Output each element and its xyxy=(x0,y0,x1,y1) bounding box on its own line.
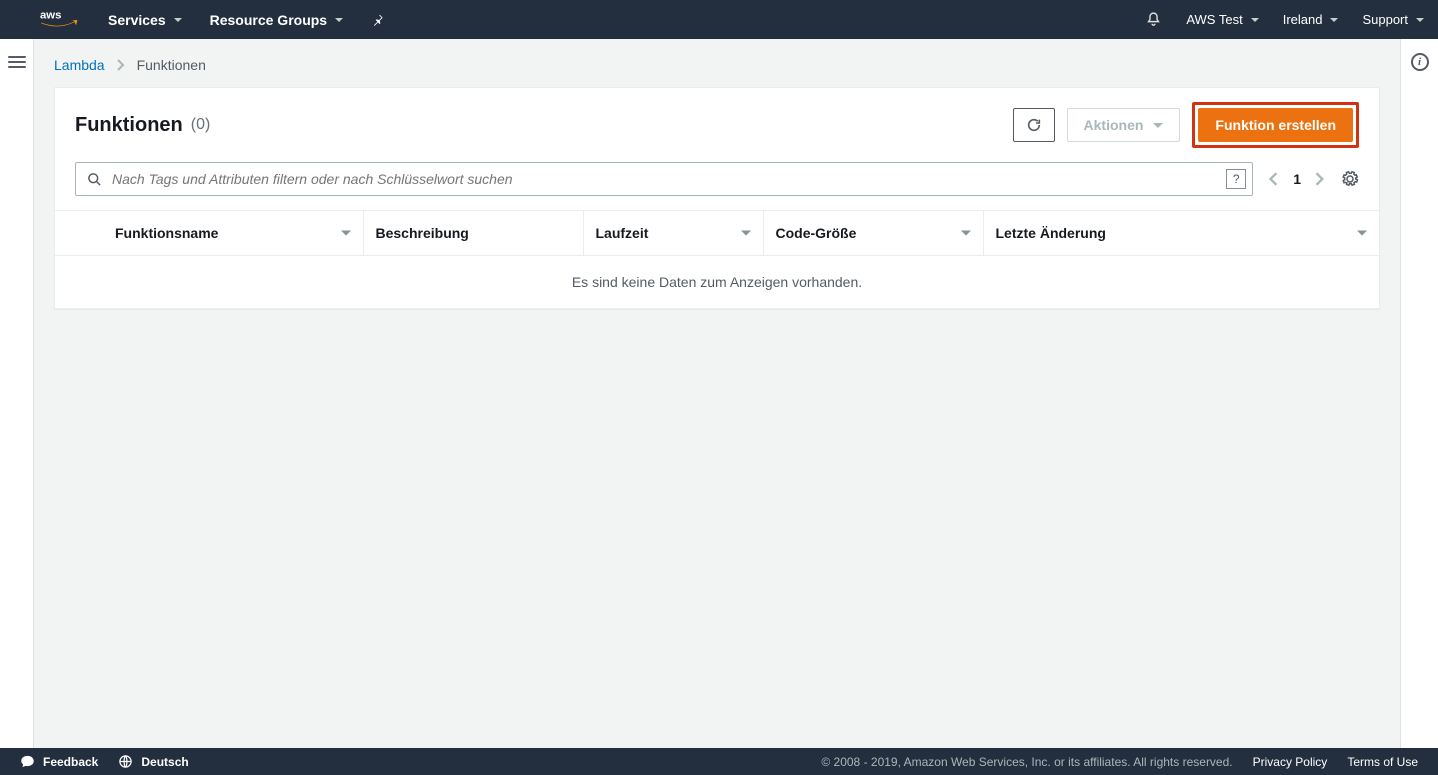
resource-groups-label: Resource Groups xyxy=(210,12,327,28)
gear-icon xyxy=(1341,170,1359,188)
functions-panel: Funktionen (0) Aktionen Funktion erstell… xyxy=(54,87,1380,309)
refresh-button[interactable] xyxy=(1013,108,1055,142)
chevron-down-icon xyxy=(174,18,182,22)
left-rail xyxy=(0,39,34,748)
empty-state-text: Es sind keine Daten zum Anzeigen vorhand… xyxy=(55,256,1379,309)
global-top-nav: aws Services Resource Groups AWS Test Ir… xyxy=(0,0,1438,39)
chevron-left-icon xyxy=(1269,172,1279,186)
notifications-button[interactable] xyxy=(1145,11,1162,28)
globe-icon xyxy=(118,754,133,769)
create-function-highlight: Funktion erstellen xyxy=(1192,102,1359,148)
sort-icon xyxy=(341,231,351,236)
search-icon xyxy=(76,172,112,187)
refresh-icon xyxy=(1026,117,1042,133)
services-menu[interactable]: Services xyxy=(108,12,182,28)
table-settings-button[interactable] xyxy=(1341,170,1359,188)
column-function-name[interactable]: Funktionsname xyxy=(103,211,363,256)
language-label: Deutsch xyxy=(141,755,188,769)
sort-icon xyxy=(741,231,751,236)
chevron-down-icon xyxy=(335,18,343,22)
chevron-down-icon xyxy=(1251,18,1259,22)
support-label: Support xyxy=(1362,12,1408,27)
item-count: (0) xyxy=(191,116,211,134)
global-footer: Feedback Deutsch © 2008 - 2019, Amazon W… xyxy=(0,748,1438,775)
breadcrumb-root[interactable]: Lambda xyxy=(54,57,105,73)
main-content: Lambda Funktionen Funktionen (0) Aktione… xyxy=(34,39,1400,748)
column-last-modified[interactable]: Letzte Änderung xyxy=(983,211,1379,256)
column-runtime[interactable]: Laufzeit xyxy=(583,211,763,256)
right-rail: i xyxy=(1400,39,1438,748)
column-description[interactable]: Beschreibung xyxy=(363,211,583,256)
side-nav-toggle[interactable] xyxy=(8,53,26,748)
breadcrumb-current: Funktionen xyxy=(137,57,206,73)
panel-toolbar: ? 1 xyxy=(55,162,1379,211)
select-all-column[interactable] xyxy=(55,211,103,256)
sort-icon xyxy=(1357,231,1367,236)
sort-icon xyxy=(961,231,971,236)
account-menu[interactable]: AWS Test xyxy=(1186,12,1258,27)
bell-icon xyxy=(1145,11,1162,28)
search-input[interactable] xyxy=(112,163,1226,195)
svg-text:aws: aws xyxy=(40,9,61,21)
current-page: 1 xyxy=(1293,171,1301,187)
pin-shortcut[interactable] xyxy=(371,13,385,27)
support-menu[interactable]: Support xyxy=(1362,12,1424,27)
search-help-button[interactable]: ? xyxy=(1226,169,1246,189)
actions-label: Aktionen xyxy=(1084,117,1144,133)
region-menu[interactable]: Ireland xyxy=(1283,12,1339,27)
feedback-label: Feedback xyxy=(43,755,98,769)
chevron-down-icon xyxy=(1330,18,1338,22)
aws-logo[interactable]: aws xyxy=(40,8,80,32)
chevron-right-icon xyxy=(117,59,125,71)
panel-header: Funktionen (0) Aktionen Funktion erstell… xyxy=(55,88,1379,162)
resource-groups-menu[interactable]: Resource Groups xyxy=(210,12,343,28)
speech-bubble-icon xyxy=(20,754,35,769)
actions-dropdown[interactable]: Aktionen xyxy=(1067,108,1181,142)
terms-of-use-link[interactable]: Terms of Use xyxy=(1347,755,1418,769)
region-label: Ireland xyxy=(1283,12,1323,27)
page-title: Funktionen xyxy=(75,114,183,137)
functions-table: Funktionsname Beschreibung Laufzeit Code… xyxy=(55,211,1379,308)
chevron-right-icon xyxy=(1315,172,1325,186)
prev-page-button[interactable] xyxy=(1269,172,1279,186)
chevron-down-icon xyxy=(1416,18,1424,22)
privacy-policy-link[interactable]: Privacy Policy xyxy=(1253,755,1328,769)
pagination: 1 xyxy=(1269,171,1325,187)
copyright-text: © 2008 - 2019, Amazon Web Services, Inc.… xyxy=(821,755,1232,769)
language-selector[interactable]: Deutsch xyxy=(118,754,188,769)
empty-state-row: Es sind keine Daten zum Anzeigen vorhand… xyxy=(55,256,1379,309)
next-page-button[interactable] xyxy=(1315,172,1325,186)
create-function-label: Funktion erstellen xyxy=(1215,117,1336,133)
feedback-link[interactable]: Feedback xyxy=(20,754,98,769)
services-label: Services xyxy=(108,12,166,28)
breadcrumb: Lambda Funktionen xyxy=(54,49,1380,87)
account-label: AWS Test xyxy=(1186,12,1242,27)
chevron-down-icon xyxy=(1153,123,1163,128)
search-box[interactable]: ? xyxy=(75,162,1253,196)
pin-icon xyxy=(371,13,385,27)
help-panel-toggle[interactable]: i xyxy=(1411,53,1429,71)
create-function-button[interactable]: Funktion erstellen xyxy=(1198,108,1353,142)
column-code-size[interactable]: Code-Größe xyxy=(763,211,983,256)
